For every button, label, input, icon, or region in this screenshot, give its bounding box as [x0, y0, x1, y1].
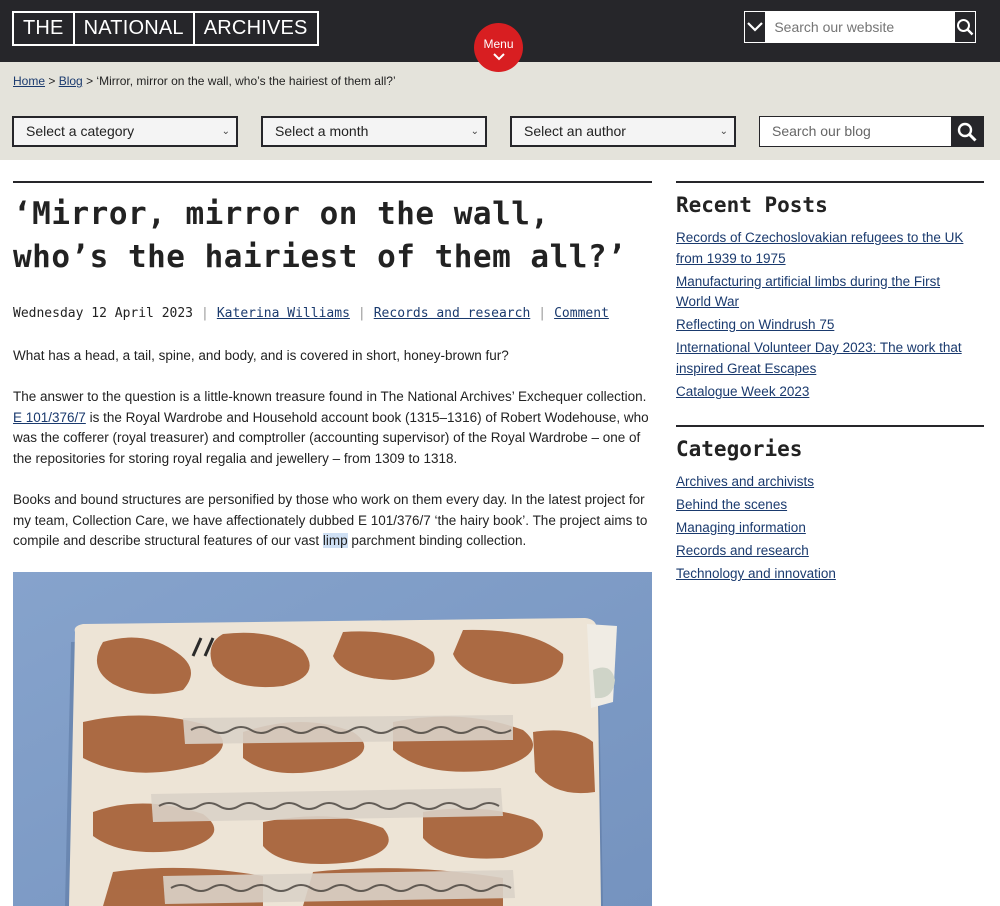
- category-link[interactable]: Records and research: [374, 306, 531, 321]
- list-item: Records of Czechoslovakian refugees to t…: [676, 228, 976, 269]
- article-paragraph: The answer to the question is a little-k…: [13, 389, 649, 467]
- breadcrumb-home[interactable]: Home: [13, 74, 45, 88]
- month-select-value: Select a month: [275, 123, 369, 139]
- divider: [676, 425, 984, 427]
- category-select-value: Select a category: [26, 123, 135, 139]
- author-select[interactable]: Select an author ⌄: [510, 116, 736, 147]
- article-title: ‘Mirror, mirror on the wall, who’s the h…: [13, 196, 627, 275]
- categories-list: Archives and archivists Behind the scene…: [676, 472, 976, 587]
- chevron-down-icon: ⌄: [719, 126, 728, 137]
- list-item: Records and research: [676, 541, 976, 562]
- divider: [13, 181, 652, 183]
- breadcrumb-current: ‘Mirror, mirror on the wall, who’s the h…: [96, 74, 396, 88]
- search-icon: [957, 19, 974, 36]
- list-item: International Volunteer Day 2023: The wo…: [676, 338, 976, 379]
- record-reference-link[interactable]: E 101/376/7: [13, 410, 86, 425]
- blog-search: Search our blog: [759, 116, 984, 147]
- breadcrumb-blog[interactable]: Blog: [59, 74, 83, 88]
- comment-link[interactable]: Comment: [554, 306, 609, 321]
- breadcrumb-separator: >: [45, 74, 59, 88]
- list-item: Behind the scenes: [676, 495, 976, 516]
- recent-post-link[interactable]: Reflecting on Windrush 75: [676, 317, 834, 332]
- list-item: Technology and innovation: [676, 564, 976, 585]
- recent-posts-list: Records of Czechoslovakian refugees to t…: [676, 228, 976, 405]
- recent-post-link[interactable]: Manufacturing artificial limbs during th…: [676, 274, 940, 310]
- meta-separator: |: [357, 306, 366, 321]
- article-photo: [13, 572, 652, 906]
- breadcrumb: Home > Blog > ‘Mirror, mirror on the wal…: [13, 74, 396, 88]
- recent-posts-heading: Recent Posts: [676, 193, 828, 217]
- site-search: [744, 11, 976, 43]
- category-link[interactable]: Records and research: [676, 543, 809, 558]
- article-meta: Wednesday 12 April 2023 | Katerina William…: [13, 306, 609, 321]
- logo-word-2: NATIONAL: [72, 13, 193, 44]
- list-item: Managing information: [676, 518, 976, 539]
- logo-word-3: ARCHIVES: [192, 13, 317, 44]
- menu-label: Menu: [483, 37, 514, 51]
- category-link[interactable]: Archives and archivists: [676, 474, 814, 489]
- recent-post-link[interactable]: Records of Czechoslovakian refugees to t…: [676, 230, 963, 266]
- article-paragraph: Books and bound structures are personifi…: [13, 492, 648, 549]
- category-link[interactable]: Technology and innovation: [676, 566, 836, 581]
- chevron-down-icon: ⌄: [470, 126, 479, 137]
- category-select[interactable]: Select a category ⌄: [12, 116, 238, 147]
- category-link[interactable]: Behind the scenes: [676, 497, 787, 512]
- category-link[interactable]: Managing information: [676, 520, 806, 535]
- menu-button[interactable]: Menu: [474, 23, 523, 72]
- list-item: Manufacturing artificial limbs during th…: [676, 272, 976, 313]
- chevron-down-icon: [747, 22, 763, 32]
- list-item: Archives and archivists: [676, 472, 976, 493]
- recent-post-link[interactable]: International Volunteer Day 2023: The wo…: [676, 340, 962, 376]
- breadcrumb-separator: >: [82, 74, 97, 88]
- meta-separator: |: [201, 306, 209, 321]
- site-search-input[interactable]: [766, 12, 956, 42]
- recent-post-link[interactable]: Catalogue Week 2023: [676, 384, 809, 399]
- chevron-down-icon: [492, 53, 505, 61]
- search-icon: [957, 122, 977, 142]
- blog-search-button[interactable]: [951, 117, 983, 146]
- site-logo[interactable]: THE NATIONAL ARCHIVES: [12, 11, 319, 46]
- highlighted-word: limp: [322, 533, 348, 549]
- categories-heading: Categories: [676, 437, 803, 461]
- divider: [676, 181, 984, 183]
- site-search-button[interactable]: [955, 12, 975, 42]
- author-select-value: Select an author: [524, 123, 626, 139]
- list-item: Reflecting on Windrush 75: [676, 315, 976, 336]
- search-scope-toggle[interactable]: [745, 12, 767, 42]
- author-link[interactable]: Katerina Williams: [217, 306, 350, 321]
- meta-separator: |: [538, 306, 547, 321]
- hairy-book-image: [13, 572, 652, 906]
- article-date: Wednesday 12 April 2023: [13, 306, 194, 321]
- list-item: Catalogue Week 2023: [676, 382, 976, 403]
- chevron-down-icon: ⌄: [221, 126, 230, 137]
- blog-search-input[interactable]: Search our blog: [760, 117, 951, 146]
- logo-word-1: THE: [23, 17, 64, 39]
- article-paragraph: What has a head, a tail, spine, and body…: [13, 348, 509, 363]
- month-select[interactable]: Select a month ⌄: [261, 116, 487, 147]
